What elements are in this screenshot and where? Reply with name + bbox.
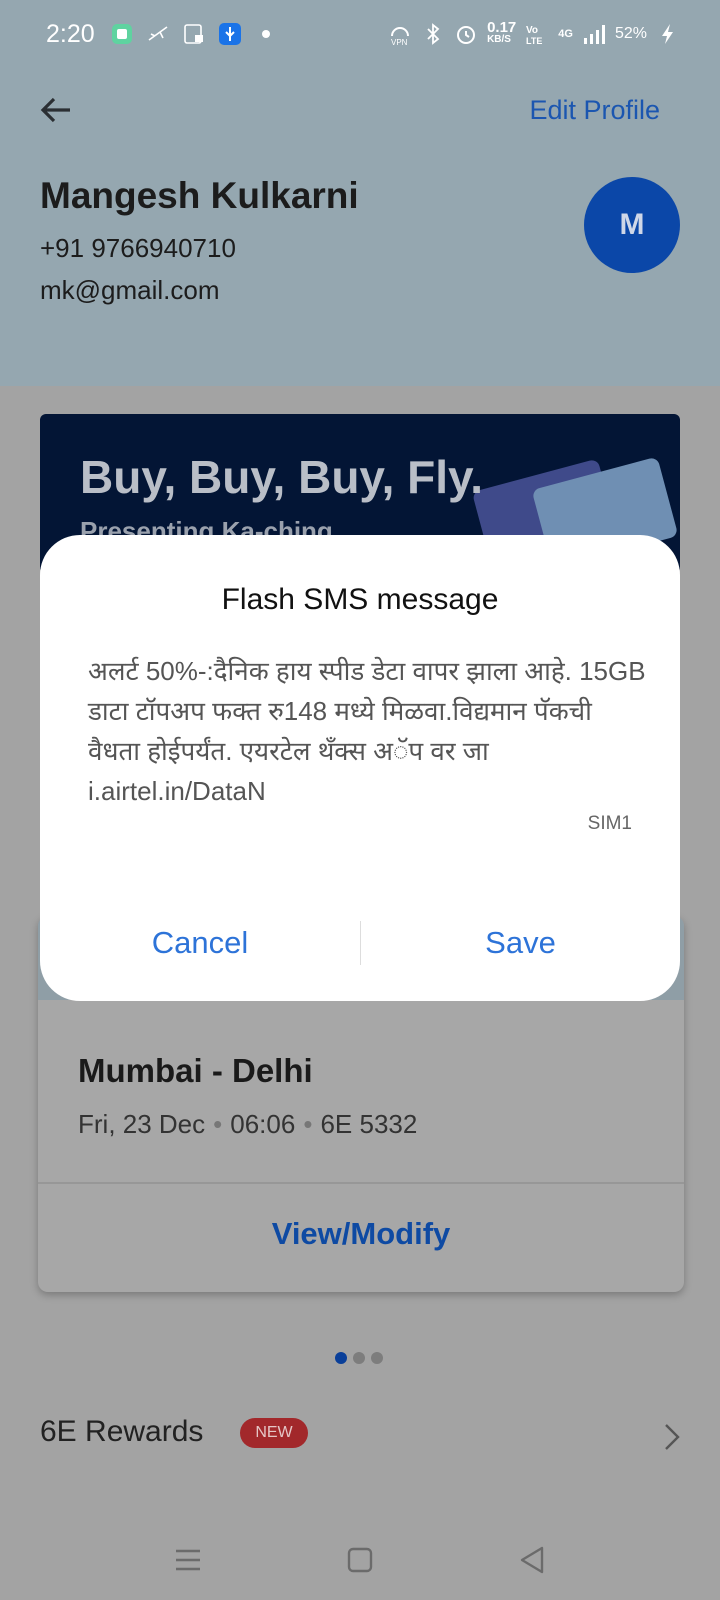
flight-route: Mumbai - Delhi	[78, 1052, 313, 1089]
pager-dot[interactable]	[371, 1352, 383, 1364]
profile-phone: +91 9766940710	[40, 233, 236, 263]
usb-icon	[219, 23, 241, 45]
charging-icon	[662, 24, 673, 44]
system-nav-bar	[0, 1520, 720, 1600]
flight-date: Fri, 23 Dec	[78, 1109, 206, 1139]
flight-icon	[148, 26, 168, 41]
status-bar: 2:20 VPN 0.17 KB/S Vo LTE 4G 52%	[0, 0, 720, 72]
volte-icon: VoLTE	[526, 25, 542, 46]
divider	[38, 1182, 684, 1184]
battery-percent: 52%	[614, 25, 647, 42]
network-type: 4G	[558, 28, 573, 40]
svg-text:LTE: LTE	[526, 36, 542, 46]
dialog-title: Flash SMS message	[221, 583, 499, 616]
back-arrow-icon[interactable]	[36, 90, 76, 130]
back-icon[interactable]	[512, 1540, 552, 1580]
carousel-pager	[335, 1352, 383, 1364]
flight-time: 06:06	[230, 1109, 296, 1139]
home-icon[interactable]	[340, 1540, 380, 1580]
dot-icon	[262, 30, 270, 38]
cancel-button[interactable]: Cancel	[40, 925, 360, 961]
save-button[interactable]: Save	[361, 925, 680, 961]
status-time: 2:20	[46, 20, 95, 48]
network-speed: 0.17 KB/S	[487, 19, 517, 45]
new-badge: NEW	[240, 1418, 308, 1448]
chevron-right-icon[interactable]	[662, 1422, 682, 1452]
banner-title: Buy, Buy, Buy, Fly.	[80, 451, 483, 503]
edit-profile-link[interactable]: Edit Profile	[529, 95, 660, 126]
sim-label: SIM1	[587, 813, 632, 834]
profile-name: Mangesh Kulkarni	[40, 175, 359, 216]
screen-lock-icon	[184, 24, 203, 44]
rewards-label[interactable]: 6E Rewards	[40, 1415, 203, 1449]
flight-meta: Fri, 23 Dec • 06:06 • 6E 5332	[78, 1109, 418, 1139]
pager-dot[interactable]	[353, 1352, 365, 1364]
bluetooth-icon	[427, 23, 440, 45]
pager-dot[interactable]	[335, 1352, 347, 1364]
dialog-message: अलर्ट 50%-:दैनिक हाय स्पीड डेटा वापर झाल…	[88, 656, 646, 806]
signal-icon	[583, 25, 605, 44]
svg-text:VPN: VPN	[391, 38, 408, 46]
flight-number: 6E 5332	[320, 1109, 418, 1139]
view-modify-button[interactable]: View/Modify	[38, 1216, 684, 1252]
menu-icon[interactable]	[168, 1540, 208, 1580]
avatar[interactable]: M	[584, 177, 680, 273]
profile-email: mk@gmail.com	[40, 275, 220, 305]
svg-text:Vo: Vo	[526, 25, 538, 36]
alarm-icon	[457, 26, 476, 44]
flash-sms-dialog: Flash SMS message अलर्ट 50%-:दैनिक हाय स…	[40, 535, 680, 1001]
app-notification-icon	[112, 24, 132, 44]
vpn-icon: VPN	[391, 27, 410, 46]
